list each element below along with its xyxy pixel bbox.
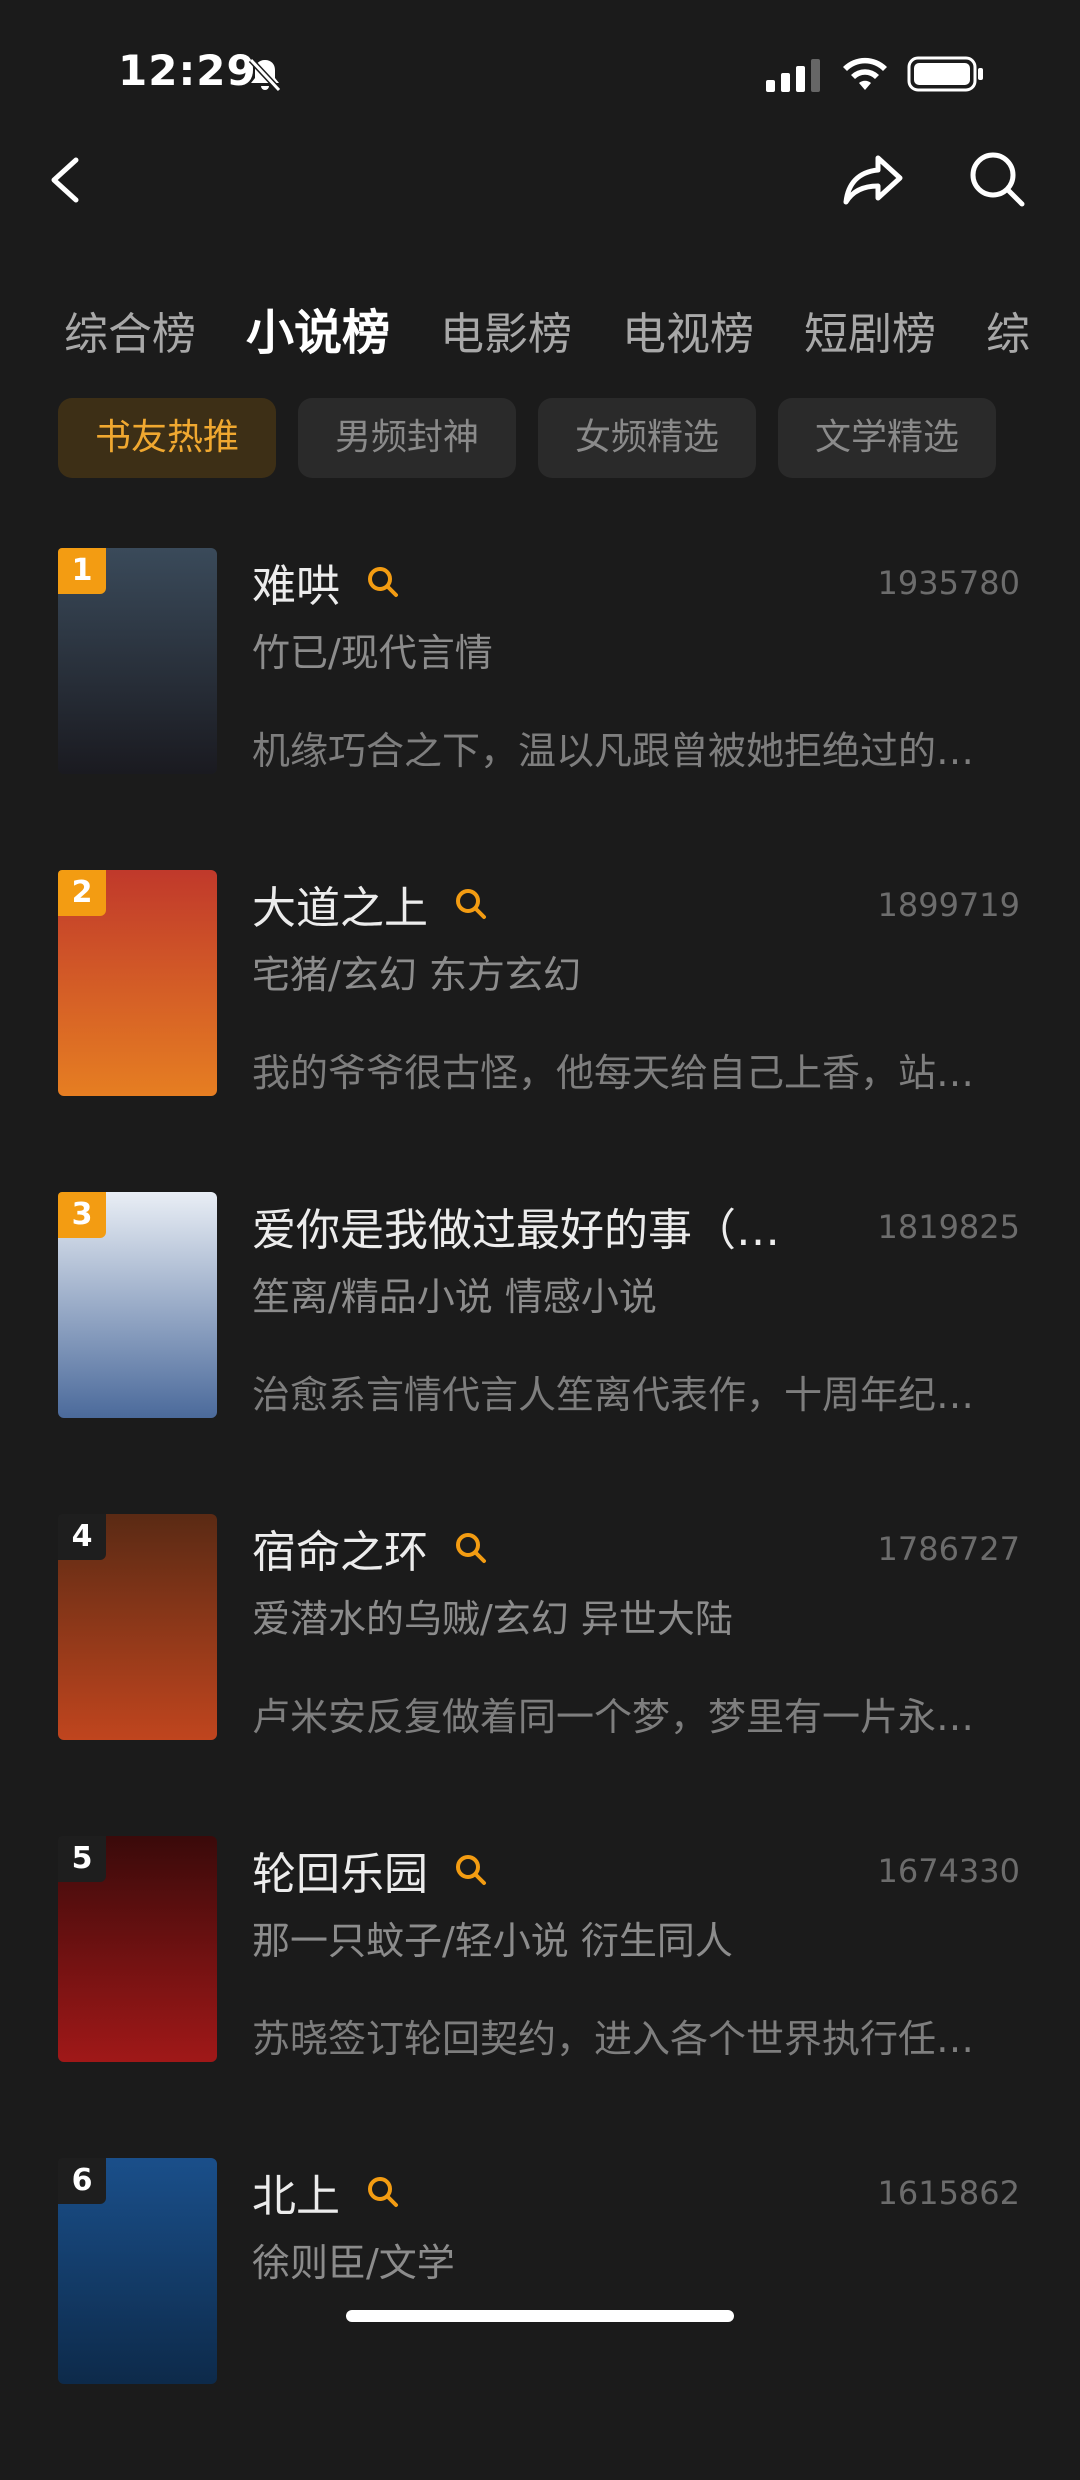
book-item[interactable]: 5 轮回乐园 1674330 那一只蚊子/轻小说 衍生同人 苏晓签订轮回契约，进…	[0, 1836, 1080, 2158]
rank-badge: 3	[58, 1192, 106, 1238]
book-item[interactable]: 2 大道之上 1899719 宅猪/玄幻 东方玄幻 我的爷爷很古怪，他每天给自己…	[0, 870, 1080, 1192]
subtab-reader-picks[interactable]: 书友热推	[58, 398, 276, 478]
book-author-genre: 那一只蚊子/轻小说 衍生同人	[252, 1919, 733, 1963]
share-icon[interactable]	[840, 148, 906, 210]
rank-badge: 6	[58, 2158, 106, 2204]
rank-badge: 1	[58, 548, 106, 594]
rank-badge: 2	[58, 870, 106, 916]
book-title[interactable]: 爱你是我做过最好的事（…	[252, 1194, 780, 1258]
tab-tv[interactable]: 电视榜	[622, 298, 754, 362]
title-row: 北上	[252, 2164, 400, 2222]
book-author-genre: 竹已/现代言情	[252, 631, 493, 675]
wifi-icon	[843, 57, 887, 90]
status-bar: 12:29	[0, 0, 1080, 150]
heat-count: 1674330	[877, 1852, 1020, 1890]
book-title[interactable]: 宿命之环	[252, 1516, 428, 1580]
book-description: 我的爷爷很古怪，他每天给自己上香，站…	[252, 1051, 975, 1095]
search-icon[interactable]	[366, 2175, 400, 2209]
back-arrow-icon[interactable]	[46, 152, 86, 208]
subtab-literature[interactable]: 文学精选	[778, 398, 996, 478]
book-description: 机缘巧合之下，温以凡跟曾被她拒绝过的…	[252, 729, 975, 773]
search-icon[interactable]	[454, 887, 488, 921]
subtab-male[interactable]: 男频封神	[298, 398, 516, 478]
search-icon[interactable]	[454, 1853, 488, 1887]
book-description: 治愈系言情代言人笙离代表作，十周年纪…	[252, 1373, 975, 1417]
tab-variety[interactable]: 综	[986, 298, 1030, 362]
mute-bell-icon	[248, 57, 282, 93]
home-indicator[interactable]	[346, 2310, 734, 2322]
tab-movie[interactable]: 电影榜	[440, 298, 572, 362]
heat-count: 1615862	[877, 2174, 1020, 2212]
tab-short-drama[interactable]: 短剧榜	[804, 298, 936, 362]
book-description: 苏晓签订轮回契约，进入各个世界执行任…	[252, 2017, 975, 2061]
search-icon[interactable]	[966, 148, 1028, 210]
cellular-signal-icon	[766, 59, 820, 92]
book-author-genre: 宅猪/玄幻 东方玄幻	[252, 953, 581, 997]
battery-icon	[907, 56, 983, 92]
book-title[interactable]: 轮回乐园	[252, 1838, 428, 1902]
title-row: 轮回乐园	[252, 1842, 488, 1900]
heat-count: 1819825	[877, 1208, 1020, 1246]
book-list: 1 难哄 1935780 竹已/现代言情 机缘巧合之下，温以凡跟曾被她拒绝过的……	[0, 548, 1080, 2480]
tab-novel[interactable]: 小说榜	[246, 293, 390, 363]
book-author-genre: 笙离/精品小说 情感小说	[252, 1275, 657, 1319]
book-author-genre: 徐则臣/文学	[252, 2241, 455, 2285]
search-icon[interactable]	[454, 1531, 488, 1565]
book-item[interactable]: 3 爱你是我做过最好的事（… 1819825 笙离/精品小说 情感小说 治愈系言…	[0, 1192, 1080, 1514]
heat-count: 1935780	[877, 564, 1020, 602]
book-title[interactable]: 大道之上	[252, 872, 428, 936]
book-item[interactable]: 4 宿命之环 1786727 爱潜水的乌贼/玄幻 异世大陆 卢米安反复做着同一个…	[0, 1514, 1080, 1836]
rank-badge: 4	[58, 1514, 106, 1560]
title-row: 爱你是我做过最好的事（…	[252, 1198, 780, 1256]
book-author-genre: 爱潜水的乌贼/玄幻 异世大陆	[252, 1597, 733, 1641]
title-row: 宿命之环	[252, 1520, 488, 1578]
sub-tabs: 书友热推 男频封神 女频精选 文学精选	[58, 398, 1018, 478]
rank-badge: 5	[58, 1836, 106, 1882]
title-row: 大道之上	[252, 876, 488, 934]
book-title[interactable]: 难哄	[252, 550, 340, 614]
tab-comprehensive[interactable]: 综合榜	[64, 298, 196, 362]
heat-count: 1786727	[877, 1530, 1020, 1568]
subtab-female[interactable]: 女频精选	[538, 398, 756, 478]
heat-count: 1899719	[877, 886, 1020, 924]
book-description: 卢米安反复做着同一个梦，梦里有一片永…	[252, 1695, 975, 1739]
search-icon[interactable]	[366, 565, 400, 599]
category-tabs: 综合榜 小说榜 电影榜 电视榜 短剧榜综	[64, 293, 1080, 363]
status-time: 12:29	[118, 46, 257, 95]
book-item[interactable]: 1 难哄 1935780 竹已/现代言情 机缘巧合之下，温以凡跟曾被她拒绝过的…	[0, 548, 1080, 870]
title-row: 难哄	[252, 554, 400, 612]
book-title[interactable]: 北上	[252, 2160, 340, 2224]
